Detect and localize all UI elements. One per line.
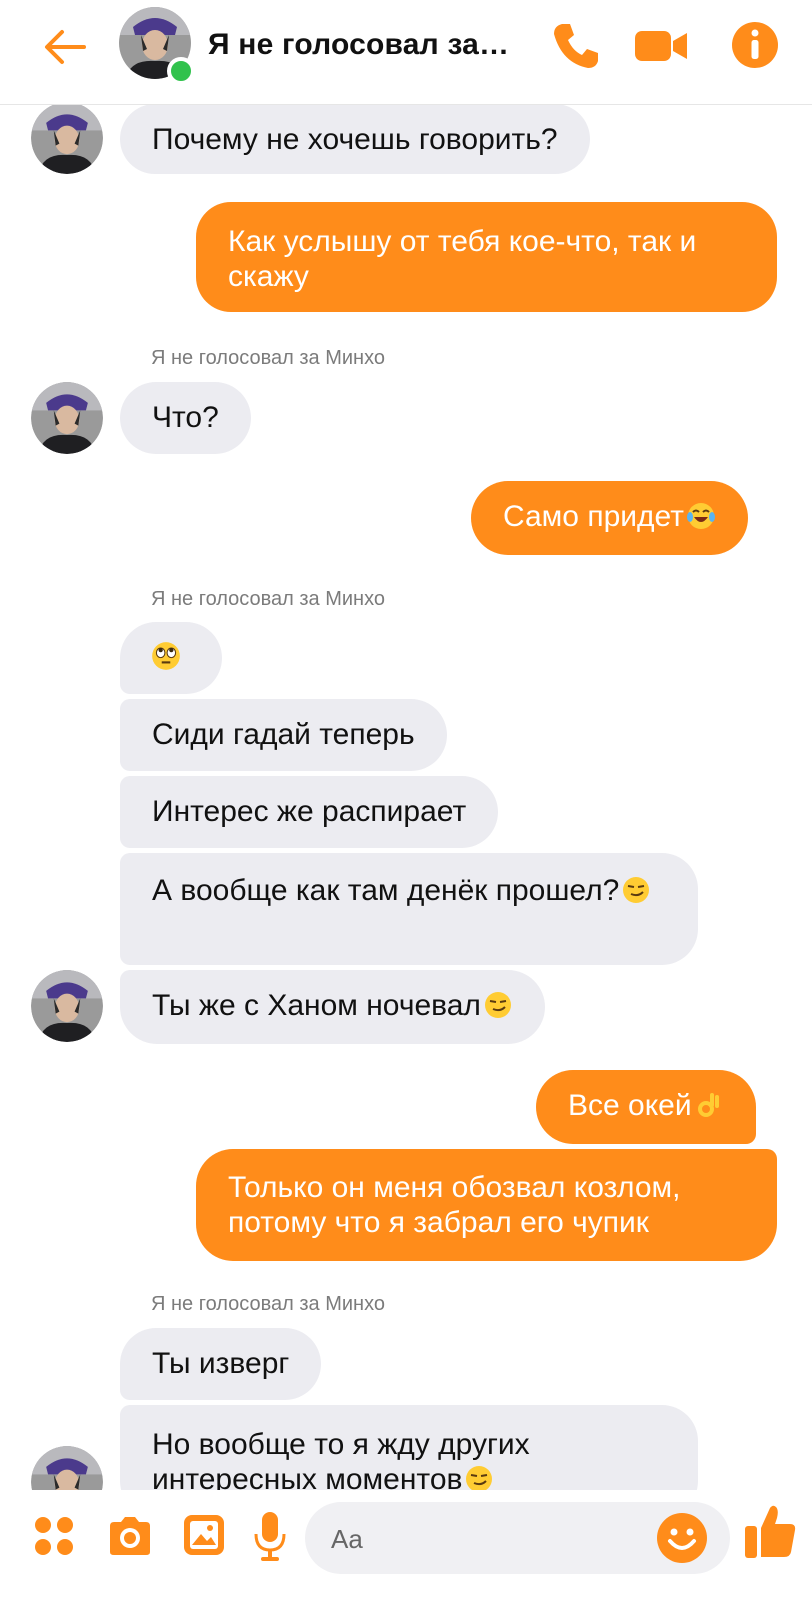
sender-name: Я не голосовал за Минхо: [151, 588, 386, 610]
message-text: Интерес же распирает: [152, 795, 467, 828]
message-text: Ты же с Ханом ночевал: [152, 989, 481, 1022]
message-outgoing[interactable]: Как услышу от тебя кое-что, так и скажу: [196, 202, 777, 312]
message-text: Ты изверг: [152, 1347, 290, 1380]
chat-header: Я не голосовал за…: [0, 0, 812, 105]
eye-roll-emoji-icon: [152, 642, 180, 670]
message-incoming[interactable]: Почему не хочешь говорить?: [120, 104, 590, 174]
message-text: Как услышу от тебя кое-что, так и скажу: [228, 225, 697, 293]
message-text: Почему не хочешь говорить?: [152, 123, 558, 156]
message-text: А вообще как там денёк прошел?: [152, 874, 620, 907]
message-text: Все окей: [568, 1089, 692, 1122]
sender-name: Я не голосовал за Минхо: [151, 347, 386, 369]
message-text: Сиди гадай теперь: [152, 718, 415, 751]
phone-icon[interactable]: [548, 18, 604, 74]
message-outgoing[interactable]: Само придет: [471, 481, 748, 555]
video-camera-icon[interactable]: [633, 25, 691, 67]
message-input-container: [305, 1502, 730, 1574]
message-text: Только он меня обозвал козлом, потому чт…: [228, 1171, 681, 1239]
message-incoming[interactable]: Ты же с Ханом ночевал: [120, 970, 545, 1044]
info-icon[interactable]: [730, 20, 780, 70]
microphone-icon[interactable]: [253, 1510, 287, 1562]
chat-title[interactable]: Я не голосовал за…: [208, 28, 538, 62]
message-outgoing[interactable]: Все окей: [536, 1070, 756, 1144]
gallery-icon[interactable]: [181, 1512, 227, 1558]
contact-avatar-small[interactable]: [31, 102, 103, 174]
message-incoming[interactable]: Ты изверг: [120, 1328, 322, 1400]
smirk-emoji-icon: [484, 992, 511, 1018]
message-incoming[interactable]: Сиди гадай теперь: [120, 699, 447, 771]
back-arrow-icon[interactable]: [40, 22, 90, 72]
ok-hand-emoji-icon: [697, 1093, 719, 1117]
message-incoming[interactable]: Что?: [120, 382, 251, 454]
online-status-indicator: [167, 57, 195, 85]
message-composer: [0, 1490, 812, 1600]
contact-avatar-small[interactable]: [31, 970, 103, 1042]
camera-icon[interactable]: [106, 1514, 154, 1558]
contact-avatar-small[interactable]: [31, 382, 103, 454]
message-incoming[interactable]: А вообще как там денёк прошел?: [120, 853, 698, 965]
message-input[interactable]: [329, 1518, 633, 1560]
message-incoming-emoji[interactable]: [120, 622, 222, 694]
emoji-icon[interactable]: [655, 1511, 709, 1565]
smirk-emoji-icon: [623, 877, 650, 903]
message-outgoing[interactable]: Только он меня обозвал козлом, потому чт…: [196, 1149, 777, 1261]
menu-dots-icon[interactable]: [32, 1514, 76, 1558]
thumbs-up-icon[interactable]: [742, 1502, 798, 1560]
message-text: Само придет: [503, 500, 684, 533]
message-text: Что?: [152, 401, 219, 434]
message-incoming[interactable]: Интерес же распирает: [120, 776, 499, 848]
laughing-tears-emoji-icon: [686, 503, 715, 529]
sender-name: Я не голосовал за Минхо: [151, 1293, 386, 1315]
